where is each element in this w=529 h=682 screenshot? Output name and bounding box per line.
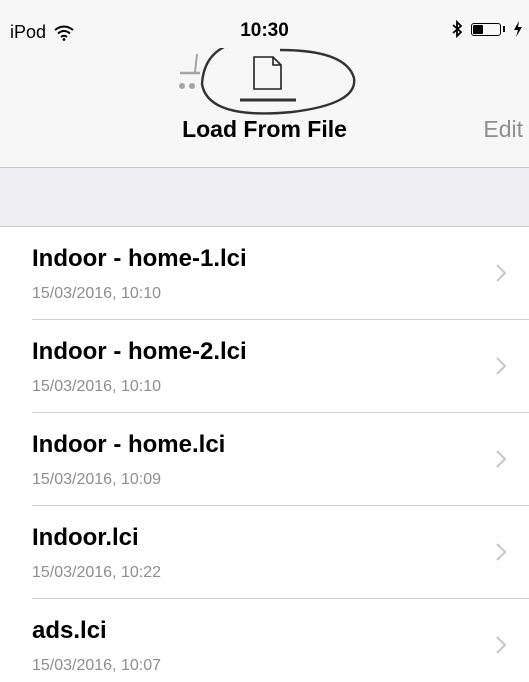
chevron-right-icon — [496, 543, 507, 561]
file-row[interactable]: Indoor - home-1.lci 15/03/2016, 10:10 — [0, 227, 529, 320]
file-row[interactable]: Indoor.lci 15/03/2016, 10:22 — [0, 506, 529, 599]
status-time: 10:30 — [240, 20, 289, 41]
edit-button[interactable]: Edit — [483, 116, 523, 143]
status-right — [451, 20, 523, 38]
status-bar: iPod 10:30 — [0, 0, 529, 48]
battery-level — [473, 24, 483, 34]
chevron-right-icon — [496, 636, 507, 654]
section-header — [0, 168, 529, 227]
chevron-right-icon — [496, 450, 507, 468]
file-name: Indoor - home-2.lci — [32, 338, 247, 365]
file-name: Indoor - home-1.lci — [32, 245, 247, 272]
file-date: 15/03/2016, 10:10 — [32, 378, 162, 395]
nav-icon-group — [160, 38, 380, 118]
tool-icon[interactable] — [179, 53, 200, 89]
file-date: 15/03/2016, 10:10 — [32, 285, 162, 302]
nav-icons-svg — [179, 38, 356, 115]
chevron-right-icon — [496, 264, 507, 282]
file-row[interactable]: Indoor - home.lci 15/03/2016, 10:09 — [0, 413, 529, 506]
selection-highlight — [200, 38, 356, 115]
file-date: 15/03/2016, 10:09 — [32, 471, 162, 488]
file-name: Indoor - home.lci — [32, 431, 226, 458]
file-row[interactable]: ads.lci 15/03/2016, 10:07 — [0, 599, 529, 682]
file-name: ads.lci — [32, 617, 107, 644]
file-name: Indoor.lci — [32, 524, 139, 551]
battery-tip — [503, 26, 505, 32]
file-date: 15/03/2016, 10:07 — [32, 657, 162, 674]
bluetooth-icon — [452, 20, 463, 38]
file-date: 15/03/2016, 10:22 — [32, 564, 162, 581]
navigation-bar: Load From File Edit — [0, 38, 529, 168]
chevron-right-icon — [496, 357, 507, 375]
battery-icon — [471, 22, 501, 36]
document-icon[interactable] — [240, 56, 296, 102]
charging-icon — [514, 21, 522, 37]
file-row[interactable]: Indoor - home-2.lci 15/03/2016, 10:10 — [0, 320, 529, 413]
page-title: Load From File — [182, 116, 347, 142]
file-list: Indoor - home-1.lci 15/03/2016, 10:10 In… — [0, 227, 529, 682]
